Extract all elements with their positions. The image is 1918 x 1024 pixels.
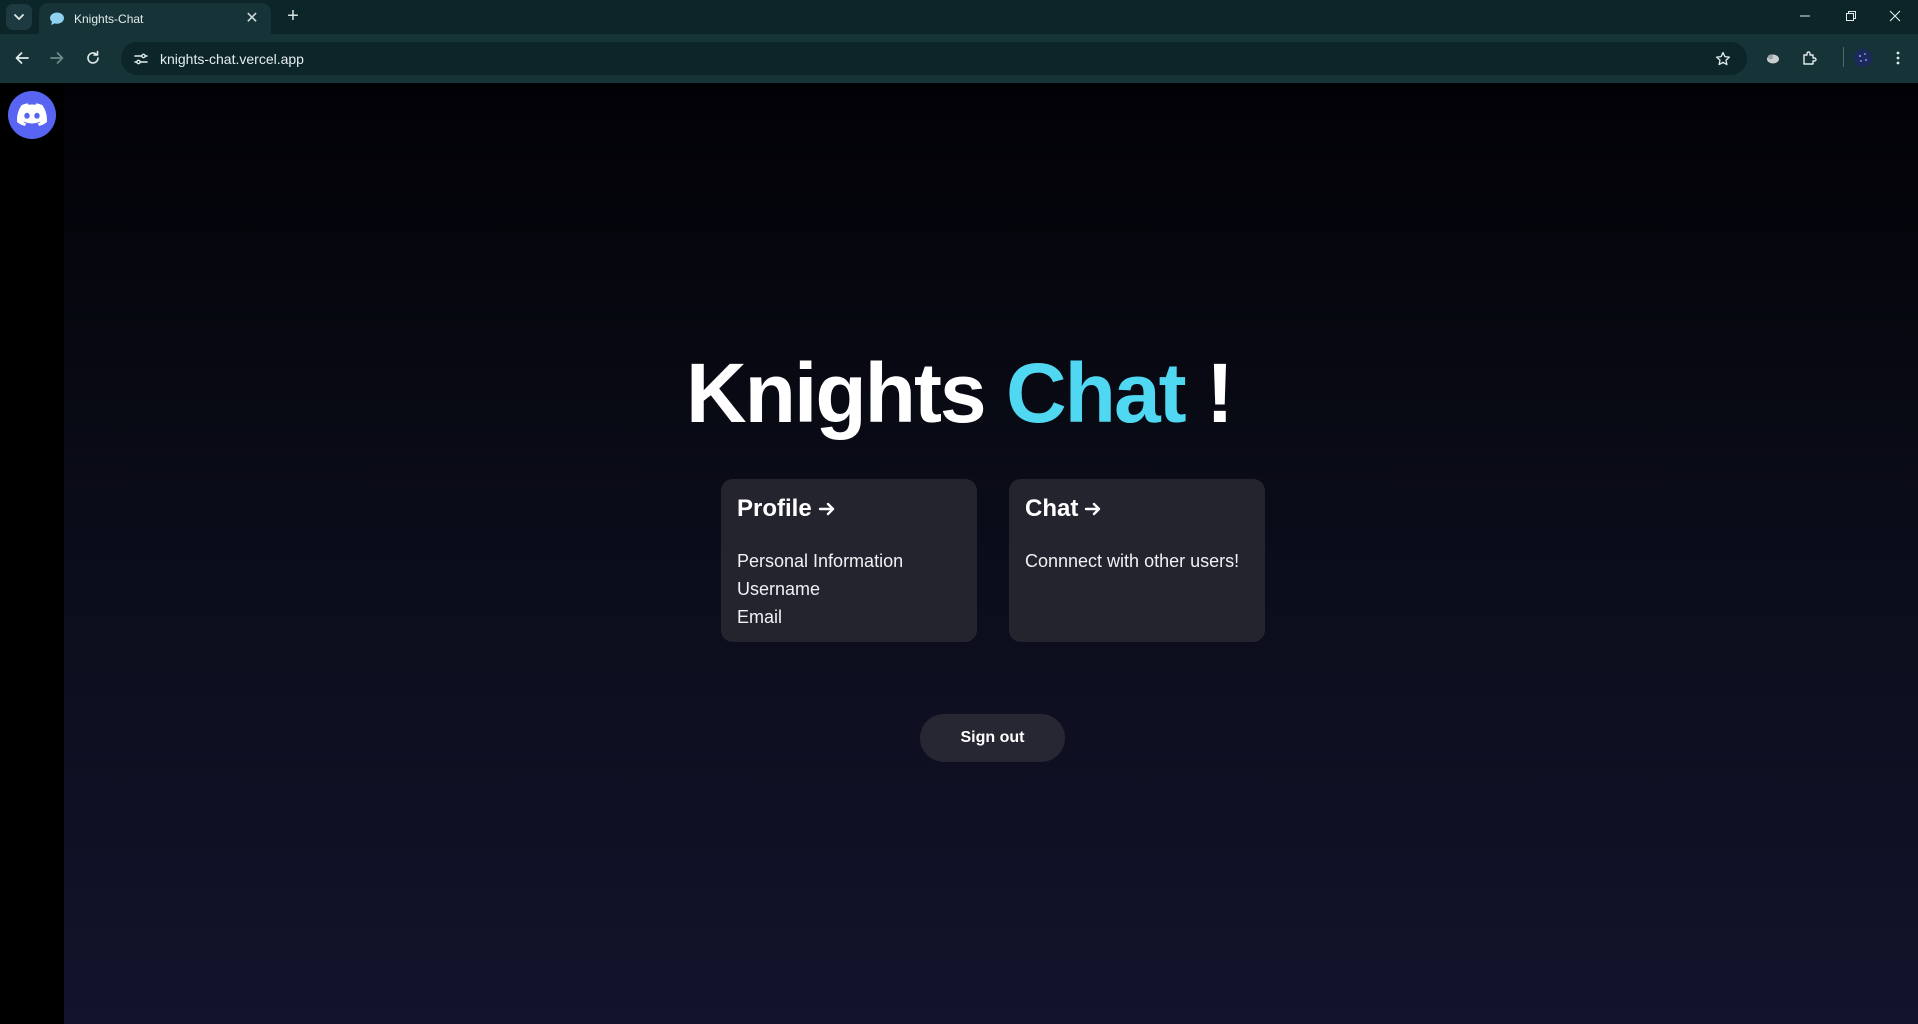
chat-card[interactable]: Chat Connnect with other users! — [1009, 479, 1265, 642]
main-content — [64, 83, 1918, 1024]
title-exclamation: ! — [1184, 346, 1234, 440]
tab-search-button[interactable] — [6, 4, 32, 30]
forward-button[interactable] — [45, 46, 69, 70]
tab-title: Knights-Chat — [74, 11, 144, 26]
profile-card-line: Personal Information — [737, 551, 904, 571]
tab-close-icon[interactable]: ✕ — [243, 10, 261, 27]
address-bar[interactable]: knights-chat.vercel.app — [121, 42, 1747, 75]
back-button[interactable] — [10, 46, 34, 70]
profile-card[interactable]: Profile Personal Information Username Em… — [721, 479, 977, 642]
restore-button[interactable] — [1828, 0, 1874, 32]
new-tab-button[interactable]: + — [281, 5, 305, 29]
title-chat: Chat — [1005, 346, 1187, 440]
page-viewport: Knights Chat ! Profile Personal Informat… — [0, 83, 1918, 1024]
page-title: Knights Chat ! — [0, 345, 1918, 442]
close-icon — [1889, 10, 1901, 22]
profile-card-title: Profile — [737, 495, 961, 523]
speech-bubble-icon — [49, 11, 65, 27]
arrow-right-icon — [1084, 500, 1102, 518]
discord-icon — [17, 103, 47, 126]
discord-button[interactable] — [8, 91, 56, 139]
url-text[interactable]: knights-chat.vercel.app — [160, 51, 304, 67]
active-tab[interactable]: Knights-Chat ✕ — [39, 3, 271, 34]
puzzle-piece-icon[interactable] — [1798, 46, 1822, 70]
profile-card-line: Username — [737, 579, 821, 599]
chevron-down-icon — [14, 14, 24, 21]
reload-button[interactable] — [81, 46, 105, 70]
reload-icon — [87, 50, 99, 64]
close-window-button[interactable] — [1872, 0, 1918, 32]
extension-icon[interactable] — [1761, 46, 1785, 70]
restore-icon — [1846, 11, 1856, 21]
browser-tab-bar: Knights-Chat ✕ + — [0, 0, 1918, 34]
more-menu-icon[interactable] — [1886, 46, 1910, 70]
arrow-left-icon — [15, 52, 29, 64]
minimize-button[interactable] — [1782, 0, 1828, 32]
arrow-right-icon — [50, 52, 64, 64]
minimize-icon — [1800, 15, 1810, 17]
profile-card-line: Email — [737, 607, 783, 627]
arrow-right-icon — [818, 500, 836, 518]
profile-card-title-text: Profile — [737, 495, 812, 522]
site-settings-icon[interactable] — [129, 47, 153, 71]
title-knights: Knights — [686, 346, 1006, 440]
sign-out-button[interactable]: Sign out — [920, 714, 1065, 762]
bookmark-star-icon[interactable] — [1713, 49, 1733, 69]
chat-card-line: Connnect with other users! — [1025, 551, 1240, 571]
profile-avatar-icon[interactable] — [1851, 46, 1875, 70]
toolbar-divider — [1843, 47, 1844, 67]
browser-toolbar: knights-chat.vercel.app — [0, 34, 1918, 83]
chat-card-title-text: Chat — [1025, 495, 1079, 522]
chat-card-title: Chat — [1025, 495, 1249, 523]
